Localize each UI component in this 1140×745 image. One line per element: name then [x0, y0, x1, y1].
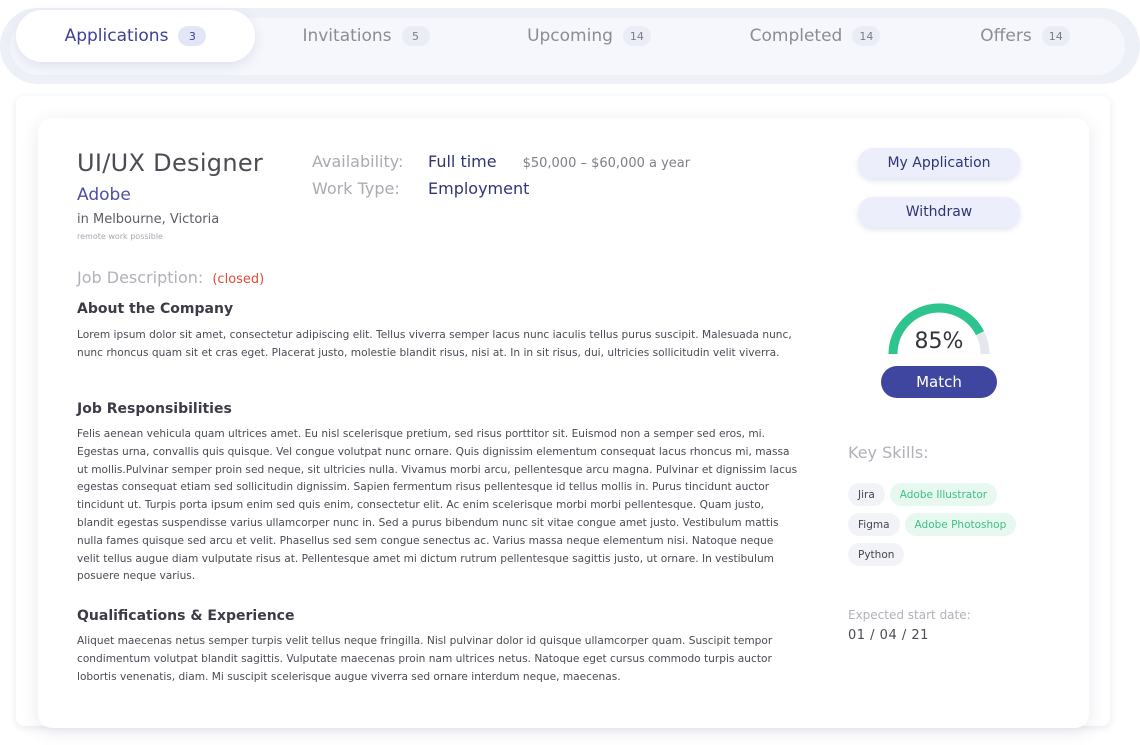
skill-chip: Figma [848, 513, 900, 536]
availability-label: Availability: [312, 152, 404, 171]
section-heading: Qualifications & Experience [77, 608, 295, 624]
section-body: Felis aenean vehicula quam ultrices amet… [77, 428, 798, 583]
skill-chip-highlighted: Adobe Illustrator [889, 483, 998, 506]
status-badge: (closed) [212, 272, 265, 287]
tab-invitations[interactable]: Invitations 5 [256, 10, 476, 62]
tab-count-badge: 14 [622, 26, 651, 46]
skill-row: Jira Adobe Illustrator [848, 483, 1068, 506]
tab-count-badge: 3 [178, 26, 207, 46]
match-button[interactable]: Match [881, 366, 997, 398]
work-type-label: Work Type: [312, 179, 400, 198]
section-body: Aliquet maecenas netus semper turpis vel… [77, 635, 773, 683]
tab-label: Applications [64, 26, 169, 46]
skill-row: Figma Adobe Photoshop [848, 513, 1068, 536]
tab-label: Offers [980, 26, 1032, 46]
section-heading: About the Company [77, 301, 234, 317]
tab-label: Completed [749, 26, 843, 46]
work-type-row: Work Type: Employment [312, 179, 529, 198]
job-title: UI/UX Designer [77, 149, 264, 177]
job-description-label: Job Description: [77, 268, 204, 287]
key-skills-list: Jira Adobe Illustrator Figma Adobe Photo… [848, 483, 1068, 573]
work-type-value: Employment [428, 179, 530, 198]
tab-count-badge: 14 [852, 26, 881, 46]
match-percentage: 85% [914, 329, 964, 354]
skill-chip: Python [848, 543, 905, 566]
tab-upcoming[interactable]: Upcoming 14 [478, 10, 700, 62]
section-body: Lorem ipsum dolor sit amet, consectetur … [77, 329, 792, 359]
availability-value: Full time [428, 152, 497, 171]
remote-note: remote work possible [77, 232, 163, 241]
availability-row: Availability: Full time $50,000 – $60,00… [312, 152, 690, 171]
section-heading: Job Responsibilities [77, 401, 232, 417]
company-name[interactable]: Adobe [77, 185, 131, 205]
tab-label: Upcoming [527, 26, 613, 46]
start-date-label: Expected start date: [848, 608, 971, 622]
salary-range: $50,000 – $60,000 a year [522, 156, 691, 171]
withdraw-button[interactable]: Withdraw [858, 197, 1020, 227]
my-application-button[interactable]: My Application [858, 148, 1020, 178]
tab-count-badge: 5 [401, 26, 430, 46]
tab-offers[interactable]: Offers 14 [930, 10, 1120, 62]
tab-applications[interactable]: Applications 3 [16, 10, 255, 62]
job-description-title: Job Description: (closed) [77, 268, 264, 287]
skill-row: Python [848, 543, 1068, 566]
tab-label: Invitations [302, 26, 392, 46]
skill-chip: Jira [848, 483, 885, 506]
skill-chip-highlighted: Adobe Photoshop [904, 513, 1017, 536]
job-card: UI/UX Designer Adobe in Melbourne, Victo… [38, 118, 1089, 728]
tab-completed[interactable]: Completed 14 [702, 10, 928, 62]
key-skills-title: Key Skills: [848, 443, 929, 462]
job-location: in Melbourne, Victoria [77, 212, 220, 227]
tab-count-badge: 14 [1041, 26, 1070, 46]
start-date-value: 01 / 04 / 21 [848, 628, 929, 643]
